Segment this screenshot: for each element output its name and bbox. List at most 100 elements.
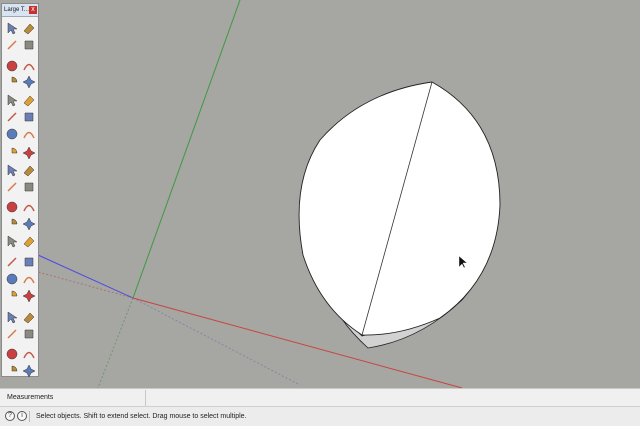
sandbox-tool[interactable] [22, 327, 36, 341]
large-tool-set-palette[interactable]: Large T... x [1, 3, 39, 378]
walk-tool[interactable] [5, 327, 19, 341]
two-point-arc-tool[interactable] [22, 110, 36, 124]
geo-location-icon[interactable]: ? [5, 411, 15, 421]
axes-tool[interactable] [5, 234, 19, 248]
protractor-tool-icon [11, 218, 18, 225]
scale-tool[interactable] [5, 180, 19, 194]
orbit-tool-icon [24, 257, 34, 267]
push-pull-tool-icon [22, 146, 36, 160]
arc-tool-icon [7, 112, 17, 122]
extension-manager-tool[interactable] [22, 364, 36, 378]
follow-me-tool[interactable] [22, 163, 36, 177]
two-point-arc-tool-icon [24, 112, 34, 122]
measurements-label: Measurements [7, 394, 54, 401]
position-camera-tool-icon [7, 311, 18, 324]
rotated-rectangle-tool-icon [22, 75, 36, 89]
section-plane-tool-icon [7, 257, 17, 267]
rectangle-tool-icon [11, 76, 18, 83]
polygon-tool[interactable] [22, 93, 36, 107]
text-tool[interactable] [22, 217, 36, 231]
line-tool-icon [6, 60, 18, 72]
protractor-tool[interactable] [5, 217, 19, 231]
palette-title[interactable]: Large T... x [2, 4, 38, 17]
select-tool-icon [7, 22, 18, 35]
move-tool[interactable] [5, 146, 19, 160]
disc-top-face[interactable] [298, 81, 501, 336]
layout-tool-icon [11, 365, 18, 372]
circle-tool-icon [7, 94, 18, 107]
pie-tool[interactable] [22, 127, 36, 141]
freehand-tool[interactable] [22, 59, 36, 73]
3d-text-tool[interactable] [22, 234, 36, 248]
paint-bucket-tool[interactable] [5, 38, 19, 52]
warehouse-tool-icon [6, 348, 18, 360]
status-text: Select objects. Shift to extend select. … [36, 413, 247, 420]
paint-bucket-tool-icon [7, 40, 17, 50]
measurements-box[interactable]: Measurements [2, 390, 146, 406]
model-canvas[interactable] [0, 0, 640, 388]
red-axis-dashed [37, 271, 134, 299]
three-point-arc-tool-icon [6, 128, 18, 140]
tape-measure-tool-icon [6, 201, 18, 213]
green-axis-dashed [97, 297, 134, 388]
green-axis [132, 0, 241, 299]
line-tool[interactable] [5, 59, 19, 73]
extension-manager-tool-icon [22, 364, 36, 378]
follow-me-tool-icon [23, 165, 35, 177]
pan-tool[interactable] [22, 289, 36, 303]
credits-icon[interactable]: i [17, 411, 27, 421]
section-plane-tool[interactable] [5, 255, 19, 269]
scale-tool-icon [7, 182, 17, 192]
tape-measure-tool[interactable] [5, 200, 19, 214]
zoom-tool-icon [6, 273, 18, 285]
layout-tool[interactable] [5, 364, 19, 378]
extension-warehouse-tool[interactable] [22, 347, 36, 361]
warehouse-tool[interactable] [5, 347, 19, 361]
zoom-window-tool-icon [23, 276, 35, 284]
offset-tool-icon [24, 182, 34, 192]
3d-text-tool-icon [23, 236, 35, 248]
axes-tool-icon [7, 235, 18, 248]
look-around-tool[interactable] [22, 310, 36, 324]
pan-tool-icon [22, 289, 36, 303]
freehand-tool-icon [23, 63, 35, 71]
rotate-tool-icon [7, 164, 18, 177]
status-bar: ? i Select objects. Shift to extend sele… [0, 406, 640, 426]
zoom-extents-tool[interactable] [5, 289, 19, 303]
arc-tool[interactable] [5, 110, 19, 124]
eraser-tool-alt-icon [24, 40, 34, 50]
sandbox-tool-icon [24, 329, 34, 339]
position-camera-tool[interactable] [5, 310, 19, 324]
extension-warehouse-tool-icon [23, 351, 35, 359]
rotate-tool[interactable] [5, 163, 19, 177]
offset-tool[interactable] [22, 180, 36, 194]
zoom-extents-tool-icon [11, 290, 18, 297]
status-separator [29, 411, 30, 422]
dimension-tool-icon [23, 204, 35, 212]
look-around-tool-icon [23, 312, 35, 324]
zoom-tool[interactable] [5, 272, 19, 286]
push-pull-tool[interactable] [22, 146, 36, 160]
walk-tool-icon [7, 329, 17, 339]
eraser-tool-alt[interactable] [22, 38, 36, 52]
polygon-tool-icon [23, 95, 35, 107]
circle-tool[interactable] [5, 93, 19, 107]
orbit-tool[interactable] [22, 255, 36, 269]
measurements-bar: Measurements [0, 388, 640, 407]
text-tool-icon [22, 217, 36, 231]
palette-title-text: Large T... [4, 7, 29, 13]
dimension-tool[interactable] [22, 200, 36, 214]
blue-axis-dashed-lower [132, 297, 301, 386]
blue-axis [37, 254, 134, 299]
pie-tool-icon [23, 131, 35, 139]
select-tool[interactable] [5, 21, 19, 35]
move-tool-icon [11, 147, 18, 154]
three-point-arc-tool[interactable] [5, 127, 19, 141]
eraser-tool-icon [23, 23, 35, 35]
zoom-window-tool[interactable] [22, 272, 36, 286]
rotated-rectangle-tool[interactable] [22, 75, 36, 89]
eraser-tool[interactable] [22, 21, 36, 35]
rectangle-tool[interactable] [5, 75, 19, 89]
model-viewport[interactable]: Large T... x [0, 0, 640, 388]
palette-close-button[interactable]: x [29, 6, 37, 14]
